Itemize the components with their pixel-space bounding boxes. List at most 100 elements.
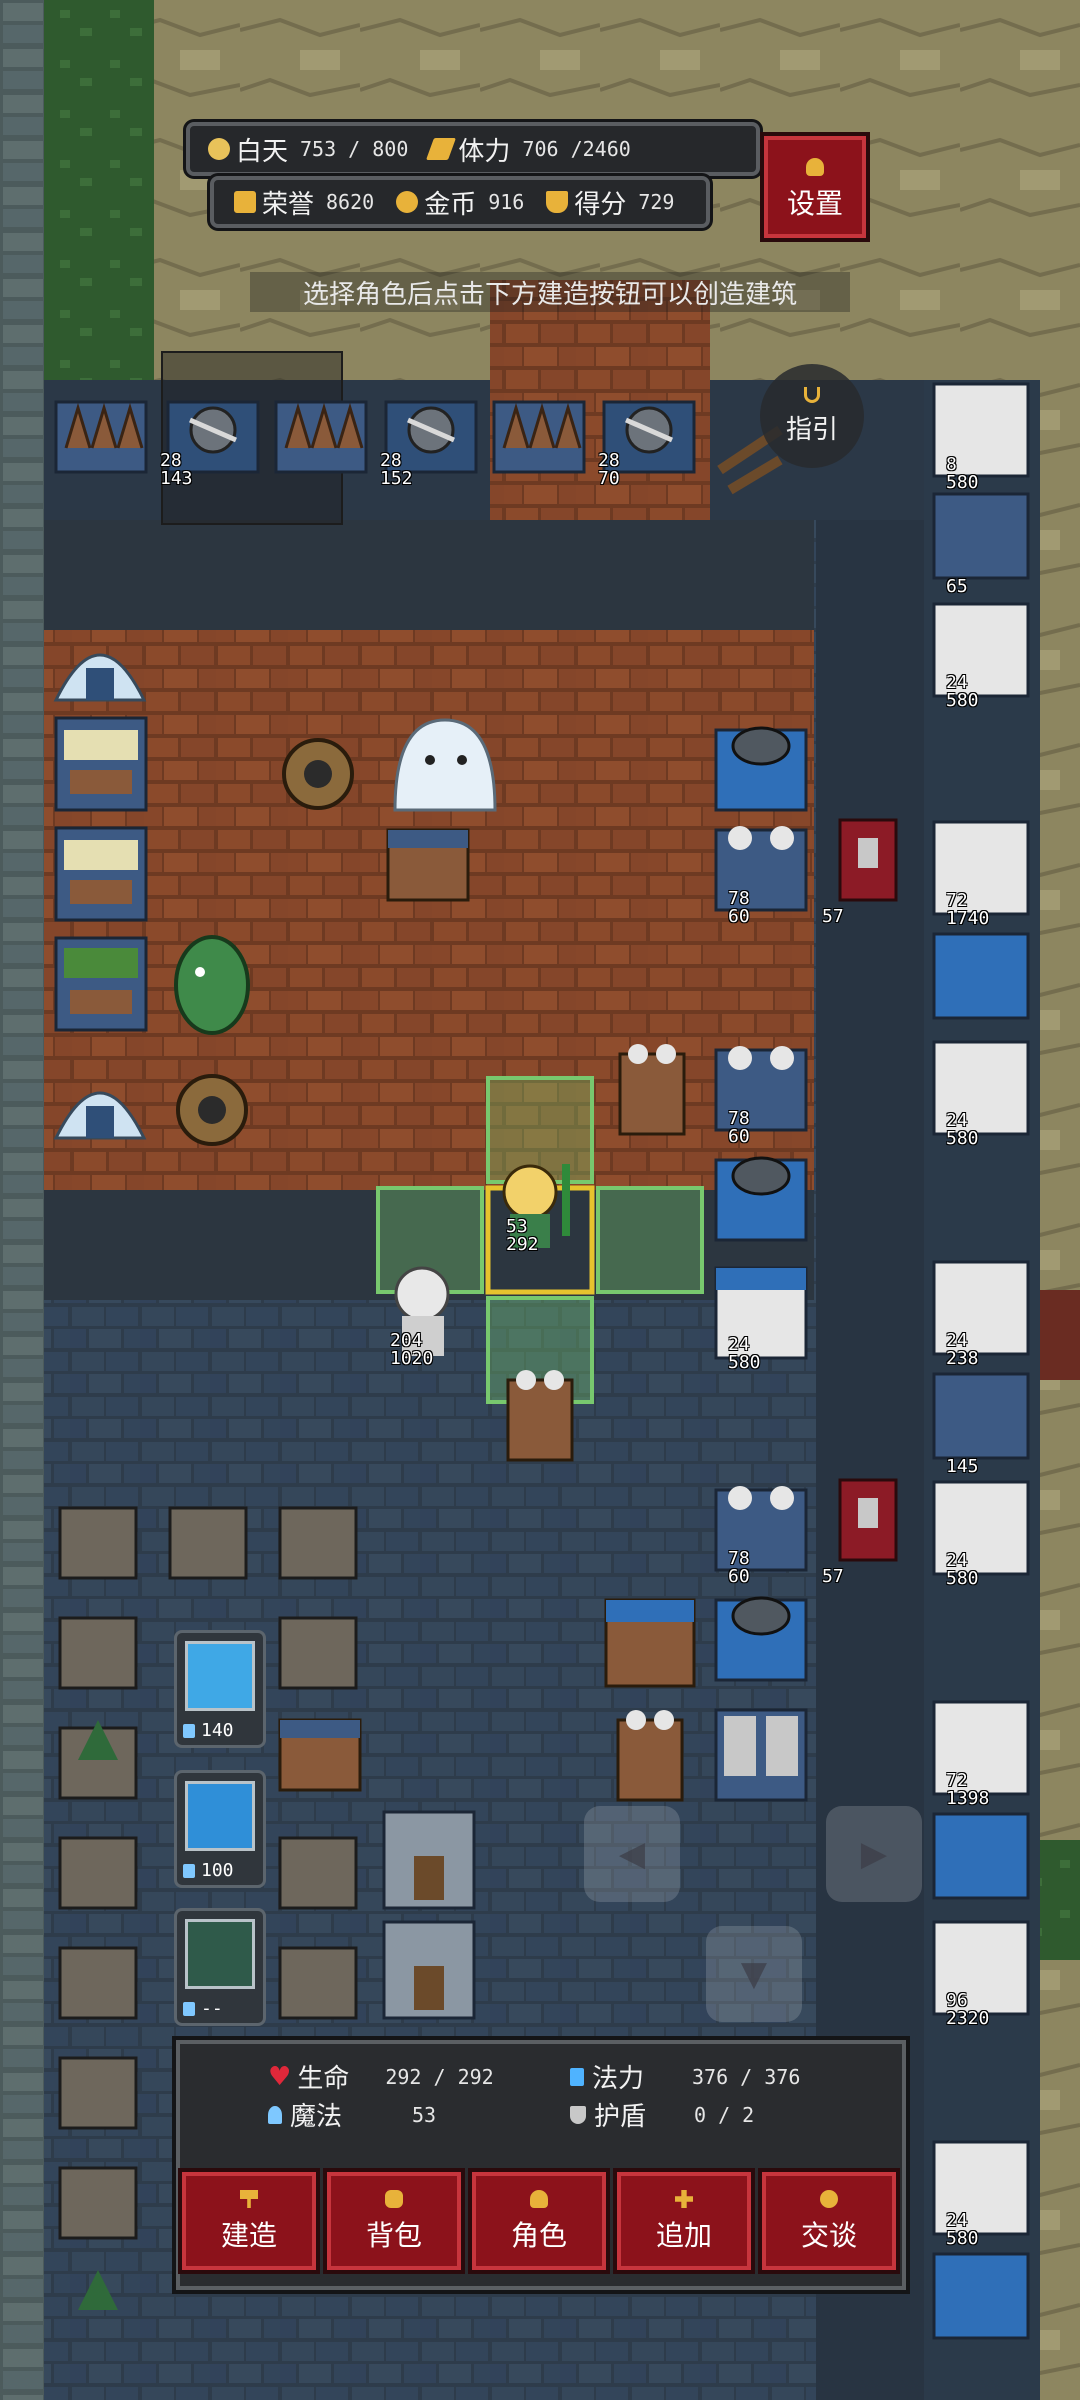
sage-stats: 204 1020: [390, 1330, 434, 1369]
shield-label: 护盾: [594, 2102, 647, 2132]
hammer-icon: [240, 2190, 258, 2208]
mana-row: 法力 376 / 376: [570, 2058, 800, 2095]
shield-icon: [570, 2105, 586, 2124]
mana-value: 376 / 376: [692, 2064, 801, 2089]
tesla1-stats: 78 60: [728, 888, 750, 927]
hud-row-2: 荣誉 8620 金币 916 得分 729: [210, 176, 710, 228]
ballista2-stats: 28 152: [380, 450, 413, 489]
skill-slot-1[interactable]: 140: [174, 1630, 266, 1748]
spike-trap-2[interactable]: [274, 400, 368, 474]
mana-label: 法力: [592, 2064, 645, 2094]
build-button[interactable]: 建造: [182, 2172, 316, 2270]
banner-2[interactable]: [838, 1478, 898, 1562]
right-stat-6: 24 238: [946, 1330, 979, 1369]
right-stat-4: 72 1740: [946, 890, 990, 929]
character-label: 角色: [510, 2219, 567, 2252]
ballista3-stats: 28 70: [598, 450, 620, 489]
gold-value: 916: [488, 190, 525, 214]
arrow-right-icon: ▶: [860, 1834, 888, 1874]
right-stat-10: 96 2320: [946, 1990, 990, 2029]
tip-banner: 选择角色后点击下方建造按钮可以创造建筑: [250, 272, 850, 312]
lightning-icon: [426, 138, 457, 160]
shield-row: 护盾 0 / 2: [570, 2096, 754, 2133]
wizard-hat-icon: [268, 2105, 282, 2124]
shield-value: 0 / 2: [694, 2102, 755, 2127]
dpad-right-button[interactable]: ▶: [826, 1806, 922, 1902]
arrow-left-icon: ◀: [618, 1834, 646, 1874]
forge-3[interactable]: [714, 1596, 808, 1682]
right-stat-8: 24 580: [946, 1550, 979, 1589]
hp-label: 生命: [297, 2064, 350, 2094]
bag-label: 背包: [365, 2219, 422, 2252]
tower-house-2[interactable]: [382, 1920, 476, 2020]
right-stat-11: 24 580: [946, 2210, 979, 2249]
spike-trap-1[interactable]: [54, 400, 148, 474]
right-stat-3: 24 580: [946, 672, 979, 711]
skill-slot-3[interactable]: --: [174, 1908, 266, 2026]
skill-slot-2[interactable]: 100: [174, 1770, 266, 1888]
character-icon: [530, 2190, 548, 2208]
market-stall-green[interactable]: [54, 936, 148, 1032]
forge-1[interactable]: [714, 726, 808, 812]
market-stall-1[interactable]: [54, 716, 148, 812]
guide-label: 指引: [785, 414, 838, 445]
plus-icon: [675, 2190, 693, 2208]
dpad-left-button[interactable]: ◀: [584, 1806, 680, 1902]
honor-value: 8620: [326, 190, 375, 214]
treasure-chest[interactable]: [604, 1598, 696, 1688]
talk-label: 交谈: [800, 2219, 857, 2252]
right-stat-5: 24 580: [946, 1110, 979, 1149]
shield-skill-icon: [185, 1919, 255, 1989]
tower-house-1[interactable]: [382, 1810, 476, 1910]
right-stat-1: 8 580: [946, 454, 979, 493]
tesla-small-3[interactable]: [616, 1710, 684, 1802]
magic-value: 53: [412, 2102, 437, 2127]
hp-row: ♥ 生命 292 / 292: [268, 2058, 494, 2095]
tesla2-stats: 78 60: [728, 1108, 750, 1147]
day-value: 753 / 800: [300, 137, 409, 161]
banner1-stats: 57: [822, 906, 844, 927]
character-button[interactable]: 角色: [472, 2172, 606, 2270]
talk-button[interactable]: 交谈: [762, 2172, 896, 2270]
spike-trap-3[interactable]: [492, 400, 586, 474]
tesla-small-1[interactable]: [618, 1044, 686, 1136]
arrow-down-icon: ▼: [740, 1954, 768, 1994]
skill-1-cost: 140: [183, 1720, 234, 1741]
bag-icon: [385, 2190, 403, 2208]
guide-icon: [804, 386, 820, 403]
igloo-1[interactable]: [53, 653, 147, 702]
add-button[interactable]: 追加: [617, 2172, 751, 2270]
gold-label: 金币: [424, 189, 477, 220]
banner2-stats: 57: [822, 1566, 844, 1587]
igloo-2[interactable]: [53, 1091, 147, 1140]
twin-tanks[interactable]: [714, 1708, 808, 1802]
workbench[interactable]: [386, 828, 470, 902]
dpad-down-button[interactable]: ▼: [706, 1926, 802, 2022]
bag-button[interactable]: 背包: [327, 2172, 461, 2270]
hp-value: 292 / 292: [385, 2064, 494, 2089]
market-stall-2[interactable]: [54, 826, 148, 922]
brown-drone-1[interactable]: [282, 738, 354, 810]
settings-button[interactable]: 设置: [764, 136, 866, 238]
ballista1-stats: 28 143: [160, 450, 193, 489]
ice-skill-icon: [185, 1641, 255, 1711]
hero-stats: 53 292: [506, 1216, 539, 1255]
forge-2[interactable]: [714, 1156, 808, 1242]
green-medusa[interactable]: [174, 935, 250, 1035]
brown-drone-2[interactable]: [176, 1074, 248, 1146]
castle-mid-stats: 24 580: [728, 1334, 761, 1373]
workbench-2[interactable]: [278, 1718, 362, 1792]
magic-label: 魔法: [290, 2102, 343, 2132]
right-stat-2: 65: [946, 576, 968, 597]
sun-icon: [208, 138, 230, 160]
white-ghost[interactable]: [393, 718, 497, 812]
lightning-skill-icon: [185, 1781, 255, 1851]
build-label: 建造: [220, 2219, 277, 2252]
add-label: 追加: [655, 2219, 712, 2252]
guide-button[interactable]: 指引: [760, 364, 864, 468]
speech-bubble-icon: [820, 2190, 838, 2208]
game-stage[interactable]: 28 143 28 152 28 70 78 60 57 78 60 53 292 204 1…: [0, 0, 1080, 2400]
banner-1[interactable]: [838, 818, 898, 902]
tesla-small-2[interactable]: [506, 1370, 574, 1462]
settings-icon: [806, 158, 824, 176]
